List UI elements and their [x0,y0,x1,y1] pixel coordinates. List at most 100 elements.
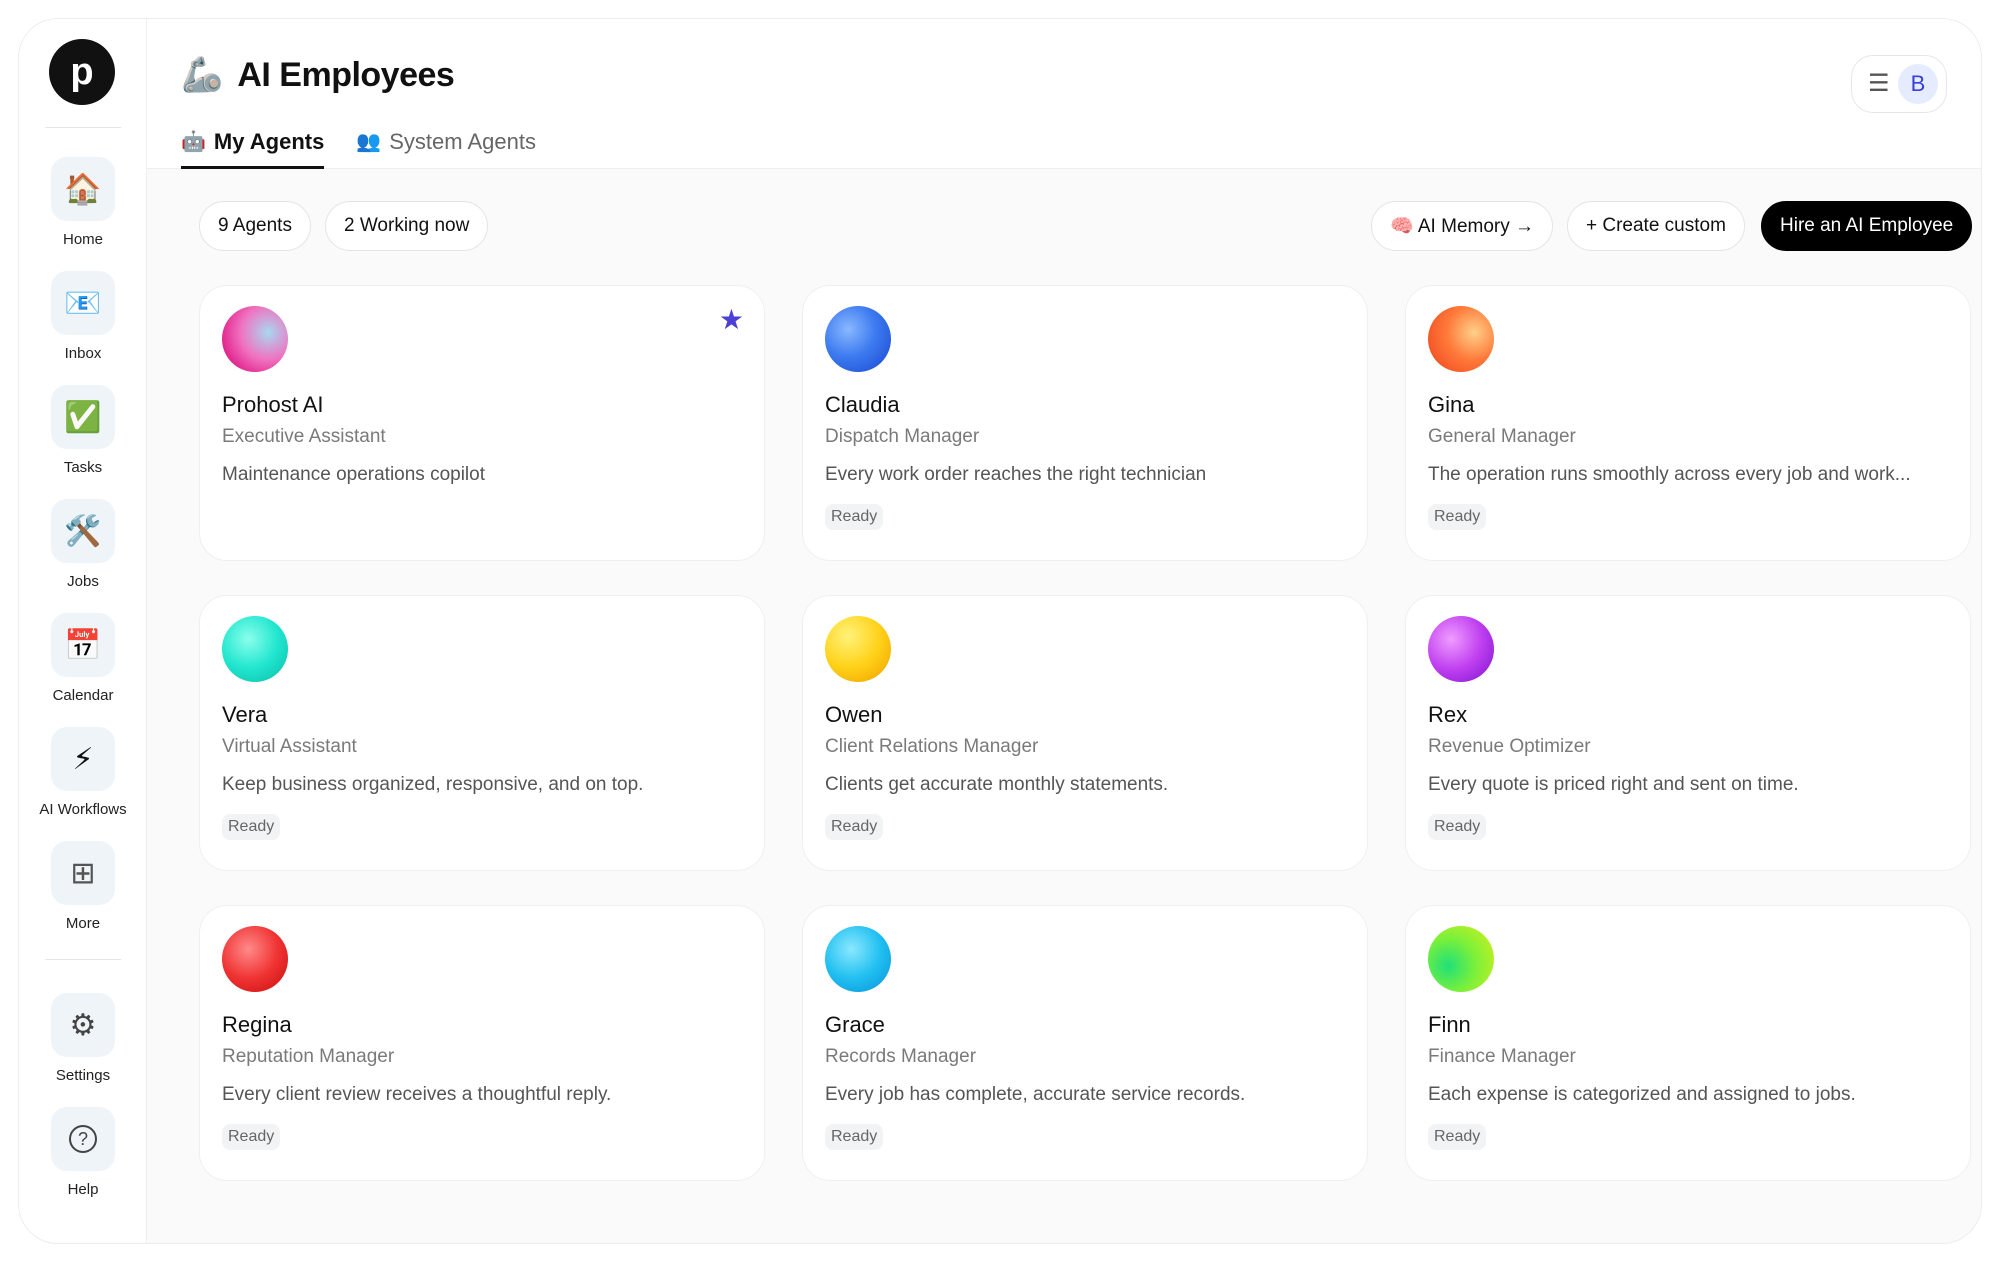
agent-name: Prohost AI [222,392,324,417]
agent-description: The operation runs smoothly across every… [1428,464,1911,485]
agent-name: Rex [1428,702,1468,727]
calendar-icon: 📅 [51,613,115,677]
sidebar-item-ai-workflows[interactable]: ⚡ AI Workflows [19,727,147,818]
help-icon: ? [51,1107,115,1171]
agent-card-grace[interactable]: Grace Records Manager Every job has comp… [802,905,1368,1181]
agent-name: Grace [825,1012,885,1037]
agent-orb [1428,926,1494,992]
header: 🦾 AI Employees ☰ B 🤖 My Agents 👥 System … [147,19,1981,169]
agent-role: Finance Manager [1428,1046,1576,1067]
status-badge: Ready [1428,814,1487,840]
agent-role: Reputation Manager [222,1046,395,1067]
checkmark-icon: ✅ [51,385,115,449]
sidebar-item-help[interactable]: ? Help [19,1107,147,1198]
flexed-arm-icon: 🦾 [181,56,224,94]
grid-icon: ⊞ [51,841,115,905]
gear-icon: ⚙ [51,993,115,1057]
avatar[interactable]: B [1898,64,1938,104]
agent-description: Maintenance operations copilot [222,464,486,485]
tab-system-agents[interactable]: 👥 System Agents [356,129,536,169]
sidebar: p 🏠 Home 📧 Inbox ✅ Tasks 🛠️ Jobs 📅 Calen… [19,19,147,1243]
robot-icon: 🤖 [181,131,206,153]
user-menu[interactable]: ☰ B [1851,55,1947,113]
page-title: 🦾 AI Employees [181,55,455,95]
agent-description: Every work order reaches the right techn… [825,464,1207,485]
tab-label: My Agents [213,129,325,154]
agent-orb [222,616,288,682]
agent-orb [1428,306,1494,372]
app-logo[interactable]: p [49,39,115,105]
working-now-filter[interactable]: 2 Working now [325,201,489,251]
sidebar-divider [45,959,121,960]
people-icon: 👥 [356,131,382,153]
sidebar-item-label: Settings [55,1067,111,1084]
sidebar-item-label: Inbox [64,345,102,362]
agent-description: Keep business organized, responsive, and… [222,774,644,795]
app-window: p 🏠 Home 📧 Inbox ✅ Tasks 🛠️ Jobs 📅 Calen… [18,18,1982,1244]
main-content: 🦾 AI Employees ☰ B 🤖 My Agents 👥 System … [147,19,1981,1243]
agent-description: Clients get accurate monthly statements. [825,774,1169,795]
agent-card-gina[interactable]: Gina General Manager The operation runs … [1405,285,1971,561]
agent-name: Owen [825,702,883,727]
agent-orb [825,306,891,372]
tab-my-agents[interactable]: 🤖 My Agents [181,129,325,169]
sidebar-item-label: Help [67,1181,99,1198]
agent-card-claudia[interactable]: Claudia Dispatch Manager Every work orde… [802,285,1368,561]
tab-label: System Agents [389,129,536,154]
agent-role: Dispatch Manager [825,426,980,447]
sidebar-item-label: More [65,915,101,932]
sidebar-item-label: AI Workflows [39,801,127,818]
agent-card-rex[interactable]: Rex Revenue Optimizer Every quote is pri… [1405,595,1971,871]
agents-count-filter[interactable]: 9 Agents [199,201,311,251]
agent-card-owen[interactable]: Owen Client Relations Manager Clients ge… [802,595,1368,871]
agent-card-prohost-ai[interactable]: ★ Prohost AI Executive Assistant Mainten… [199,285,765,561]
sidebar-item-more[interactable]: ⊞ More [19,841,147,932]
agent-description: Each expense is categorized and assigned… [1428,1084,1856,1105]
star-icon[interactable]: ★ [719,306,744,334]
sidebar-item-calendar[interactable]: 📅 Calendar [19,613,147,704]
agent-role: Virtual Assistant [222,736,357,757]
agent-description: Every quote is priced right and sent on … [1428,774,1799,795]
agent-orb [1428,616,1494,682]
agent-name: Claudia [825,392,900,417]
sidebar-item-tasks[interactable]: ✅ Tasks [19,385,147,476]
agent-role: Revenue Optimizer [1428,736,1591,757]
agent-name: Finn [1428,1012,1471,1037]
status-badge: Ready [825,814,884,840]
agent-role: Executive Assistant [222,426,386,447]
sidebar-item-jobs[interactable]: 🛠️ Jobs [19,499,147,590]
status-badge: Ready [825,504,884,530]
sidebar-item-inbox[interactable]: 📧 Inbox [19,271,147,362]
status-badge: Ready [1428,1124,1487,1150]
house-icon: 🏠 [51,157,115,221]
agent-description: Every job has complete, accurate service… [825,1084,1246,1105]
agent-role: Records Manager [825,1046,977,1067]
help-icon-glyph: ? [69,1125,97,1153]
hire-ai-employee-button[interactable]: Hire an AI Employee [1761,201,1973,251]
tab-bar: 🤖 My Agents 👥 System Agents [181,129,536,169]
sidebar-item-home[interactable]: 🏠 Home [19,157,147,248]
agent-name: Regina [222,1012,292,1037]
ai-memory-button[interactable]: 🧠 AI Memory → [1371,201,1554,251]
status-badge: Ready [825,1124,884,1150]
status-badge: Ready [222,814,281,840]
sidebar-divider [45,127,121,128]
status-badge: Ready [1428,504,1487,530]
agent-card-regina[interactable]: Regina Reputation Manager Every client r… [199,905,765,1181]
agent-card-finn[interactable]: Finn Finance Manager Each expense is cat… [1405,905,1971,1181]
menu-icon[interactable]: ☰ [1868,72,1890,96]
agent-role: General Manager [1428,426,1576,447]
sidebar-item-label: Calendar [52,687,114,704]
create-custom-button[interactable]: + Create custom [1567,201,1745,251]
sidebar-item-label: Tasks [63,459,103,476]
page-title-text: AI Employees [237,55,455,94]
sidebar-item-settings[interactable]: ⚙ Settings [19,993,147,1084]
agent-card-vera[interactable]: Vera Virtual Assistant Keep business org… [199,595,765,871]
inbox-icon: 📧 [51,271,115,335]
tools-icon: 🛠️ [51,499,115,563]
agent-role: Client Relations Manager [825,736,1039,757]
agent-orb [825,926,891,992]
agent-orb [222,926,288,992]
sidebar-item-label: Jobs [67,573,99,590]
agent-name: Vera [222,702,268,727]
